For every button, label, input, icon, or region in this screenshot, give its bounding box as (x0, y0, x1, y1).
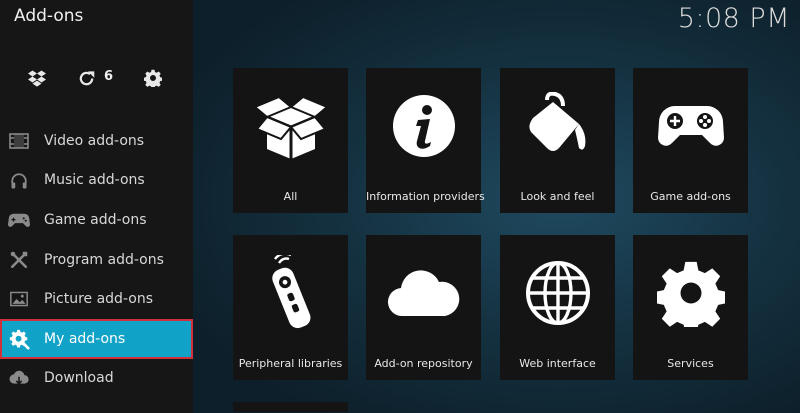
sidebar-item-label: My add-ons (44, 330, 126, 347)
tile-game-addons[interactable]: Game add-ons (633, 68, 748, 213)
toolbar: 6 (0, 62, 193, 92)
sidebar-item-music-addons[interactable]: Music add-ons (0, 161, 193, 201)
sidebar-item-label: Picture add-ons (44, 291, 153, 308)
update-count: 6 (104, 69, 114, 84)
tile-services[interactable]: Services (633, 235, 748, 380)
gamepad-icon (633, 86, 748, 166)
globe-icon (500, 253, 615, 333)
sidebar-item-my-addons[interactable]: My add-ons (0, 318, 193, 359)
tile-label: Look and feel (520, 190, 595, 203)
film-icon (8, 130, 30, 152)
dropbox-icon[interactable] (27, 68, 47, 88)
tools-icon (8, 249, 30, 271)
refresh-icon[interactable] (76, 68, 96, 88)
sidebar-item-label: Music add-ons (44, 172, 145, 189)
sidebar-item-download[interactable]: Download (0, 359, 193, 399)
sidebar-item-label: Program add-ons (44, 251, 164, 268)
tile-label: Web interface (519, 357, 596, 370)
tile-label: Peripheral libraries (238, 357, 343, 370)
tile-peripheral-libraries[interactable]: Peripheral libraries (233, 235, 348, 380)
remote-control-icon (233, 253, 348, 333)
tile-look-and-feel[interactable]: Look and feel (500, 68, 615, 213)
gear-icon[interactable] (143, 68, 163, 88)
open-box-icon (233, 86, 348, 166)
gear-icon (633, 253, 748, 333)
tile-all[interactable]: All (233, 68, 348, 213)
sidebar-item-game-addons[interactable]: Game add-ons (0, 200, 193, 240)
sidebar-item-label: Download (44, 370, 114, 387)
sidebar-item-label: Video add-ons (44, 132, 145, 149)
info-icon (366, 86, 481, 166)
tile-label: Services (667, 357, 714, 370)
sidebar-item-label: Game add-ons (44, 211, 147, 228)
clock: 5:08 PM (677, 3, 790, 34)
paint-bucket-icon (500, 86, 615, 166)
page-title: Add-ons (14, 6, 84, 26)
tile-label: Information providers (366, 190, 485, 203)
sidebar: Add-ons 6 Video add-ons Music add-ons Ga… (0, 0, 193, 413)
cloud-icon (366, 253, 481, 333)
sidebar-menu: Video add-ons Music add-ons Game add-ons… (0, 121, 193, 398)
cloud-download-icon (8, 368, 30, 390)
tile-information-providers[interactable]: Information providers (366, 68, 485, 213)
sidebar-item-video-addons[interactable]: Video add-ons (0, 121, 193, 161)
tile-web-interface[interactable]: Web interface (500, 235, 615, 380)
headphones-icon (8, 170, 30, 192)
picture-icon (8, 288, 30, 310)
cog-wrench-icon (8, 328, 30, 350)
tile-label: Add-on repository (374, 357, 473, 370)
gamepad-icon (8, 209, 30, 231)
sidebar-item-picture-addons[interactable]: Picture add-ons (0, 279, 193, 319)
tile-addon-repository[interactable]: Add-on repository (366, 235, 481, 380)
tile-partial[interactable] (233, 402, 348, 412)
tile-label: Game add-ons (650, 190, 731, 203)
sidebar-item-program-addons[interactable]: Program add-ons (0, 240, 193, 280)
tile-label: All (283, 190, 298, 203)
